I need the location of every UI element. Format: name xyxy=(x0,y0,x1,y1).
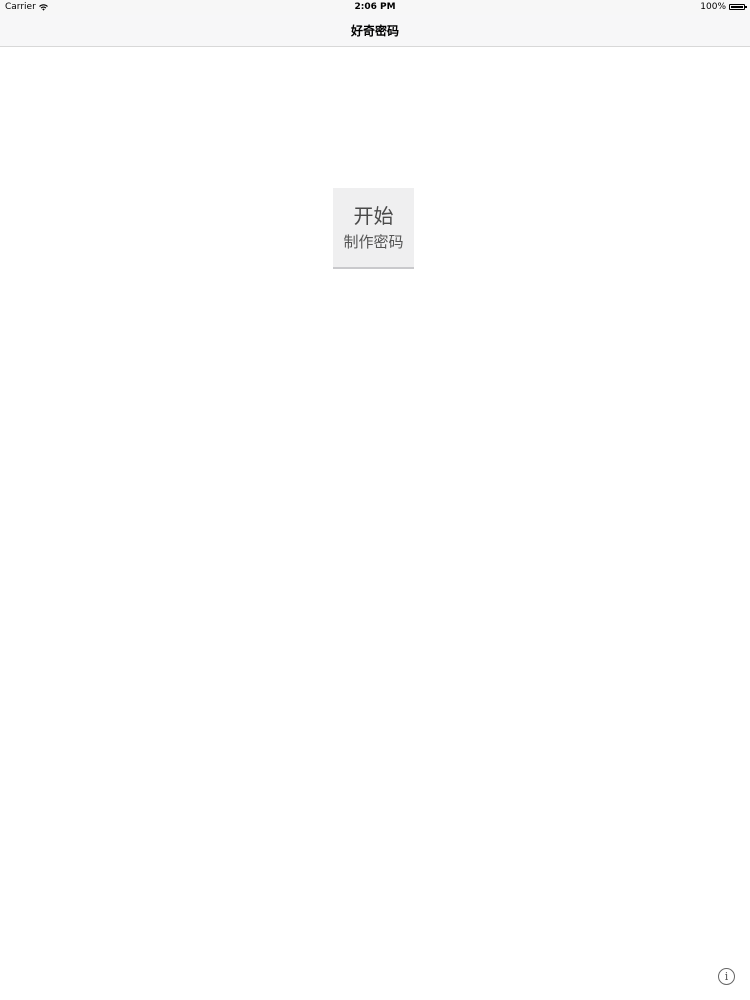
battery-icon xyxy=(729,4,747,10)
status-bar: Carrier 2:06 PM 100% xyxy=(0,0,750,15)
status-time: 2:06 PM xyxy=(354,2,396,12)
status-right: 100% xyxy=(700,2,747,12)
app-screen: Carrier 2:06 PM 100% 好奇密码 开始 制作密码 i xyxy=(0,0,750,1000)
start-button-sublabel: 制作密码 xyxy=(343,232,404,251)
page-title: 好奇密码 xyxy=(350,24,399,38)
info-glyph: i xyxy=(724,970,729,983)
navigation-bar: 好奇密码 xyxy=(0,15,750,47)
start-create-password-button[interactable]: 开始 制作密码 xyxy=(333,188,414,269)
start-button-label: 开始 xyxy=(353,203,394,228)
info-icon[interactable]: i xyxy=(718,968,735,985)
battery-percent: 100% xyxy=(700,2,726,12)
